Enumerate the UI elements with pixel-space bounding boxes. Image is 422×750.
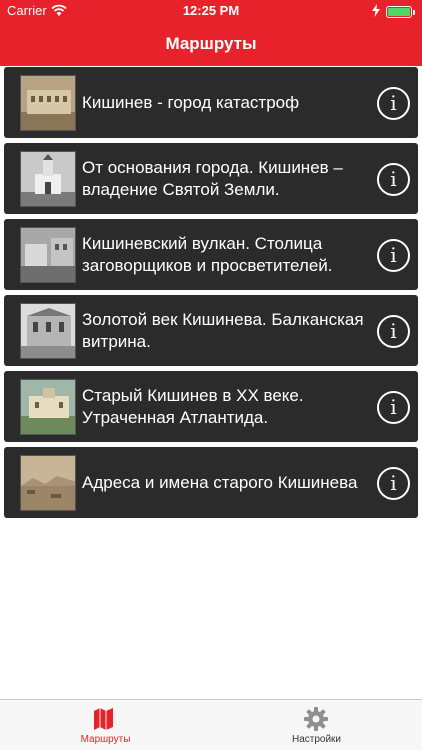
route-row[interactable]: Адреса и имена старого Кишинева i [4, 447, 418, 518]
page-title: Маршруты [165, 34, 257, 53]
route-row[interactable]: Кишинев - город катастроф i [4, 67, 418, 138]
route-title: Кишинев - город катастроф [82, 92, 300, 112]
route-title: Адреса и имена старого Кишинева [82, 472, 358, 492]
route-title: Кишиневский вулкан. Столица заговорщиков… [82, 233, 333, 275]
gear-icon [304, 707, 328, 731]
navigation-bar: Маршруты [0, 22, 422, 66]
route-row[interactable]: Золотой век Кишинева. Балканская витрина… [4, 295, 418, 366]
info-button[interactable]: i [377, 391, 410, 424]
info-button[interactable]: i [377, 315, 410, 348]
tab-routes[interactable]: Маршруты [0, 700, 211, 750]
tab-label: Маршруты [80, 734, 131, 745]
tab-label: Настройки [291, 734, 342, 745]
tab-bar: Маршруты Настройки [0, 699, 422, 750]
clock: 12:25 PM [182, 3, 240, 18]
route-row[interactable]: Старый Кишинев в XX веке. Утраченная Атл… [4, 371, 418, 442]
route-title: От основания города. Кишинев – владение … [82, 157, 343, 199]
route-title: Старый Кишинев в XX веке. Утраченная Атл… [82, 385, 304, 427]
route-title: Золотой век Кишинева. Балканская витрина… [82, 309, 364, 351]
charging-icon [372, 4, 380, 17]
route-row[interactable]: Кишиневский вулкан. Столица заговорщиков… [4, 219, 418, 290]
route-row[interactable]: От основания города. Кишинев – владение … [4, 143, 418, 214]
map-icon [94, 708, 113, 730]
battery-level [388, 8, 410, 16]
status-bar: Carrier 12:25 PM [0, 0, 422, 22]
route-thumbnail [20, 75, 76, 131]
route-thumbnail [20, 455, 76, 511]
info-button[interactable]: i [377, 239, 410, 272]
battery-icon [386, 6, 412, 18]
route-thumbnail [20, 151, 76, 207]
info-button[interactable]: i [377, 467, 410, 500]
route-thumbnail [20, 227, 76, 283]
route-thumbnail [20, 303, 76, 359]
info-button[interactable]: i [377, 163, 410, 196]
tab-settings[interactable]: Настройки [211, 700, 422, 750]
info-button[interactable]: i [377, 87, 410, 120]
battery-cap [413, 10, 415, 15]
route-thumbnail [20, 379, 76, 435]
